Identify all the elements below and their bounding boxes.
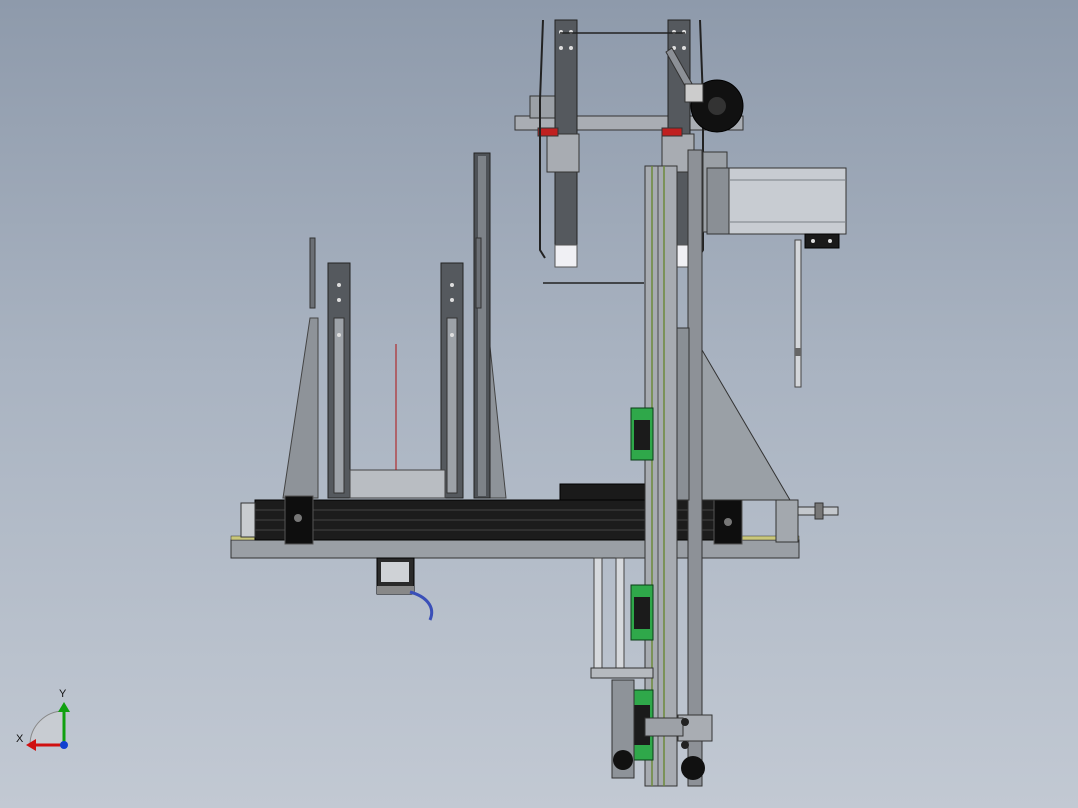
lower-roller [613,750,633,770]
servo-connector [804,233,840,249]
hanging-rod-tip [795,348,801,356]
lower-guide-plate [590,667,654,679]
post-hole [569,46,573,50]
bottom-motor-plate [381,562,409,582]
left-post-slot [333,317,345,494]
red-stop-right [661,127,683,137]
triad-x-label: X [16,733,24,745]
lower-roller [681,756,705,780]
left-guide-wire [539,19,546,259]
cad-viewport[interactable]: X Y [0,0,1078,808]
sensor-nut [814,502,824,520]
lower-bearing [681,741,689,749]
coordinate-triad [26,702,70,751]
actuator-left-stub [240,502,256,538]
end-cap-bolt [294,514,302,522]
roller-bracket [684,83,704,103]
tall-thin-post-inner [478,156,486,496]
hanging-rod [794,239,802,388]
left-post-hole [337,283,341,287]
lower-guide-rod [593,557,603,671]
lower-guide-rod [615,557,625,671]
left-post-plate [546,133,580,173]
gripper-left-cap [554,244,578,268]
triad-y-arrow [58,702,70,712]
triad-y-label: Y [59,688,67,700]
knurled-roller-hub [708,97,726,115]
right-clamp-plate [475,237,482,309]
post-hole [682,46,686,50]
bottom-motor-base [377,586,414,594]
assembly-drawing[interactable] [0,0,1078,808]
left-post-hole [337,298,341,302]
triad-z-origin [60,741,68,749]
connector-pin [828,239,832,243]
blue-cable [409,590,434,621]
connector-pin [811,239,815,243]
end-bracket [775,499,799,543]
end-cap-bolt [724,518,732,526]
mast-gusset [701,348,791,501]
post-hole [559,46,563,50]
servo-motor-body [728,167,847,235]
middle-post-hole [450,298,454,302]
servo-flange [706,167,730,235]
middle-post-hole [450,333,454,337]
green-linear-block-dark [634,420,650,450]
left-gusset [282,317,319,499]
lower-bracket-bar [644,717,684,737]
mast-gusset-block [676,327,690,501]
lower-bearing [681,718,689,726]
middle-post-slot [446,317,458,494]
mast-back-column [687,149,703,787]
middle-post-hole [450,283,454,287]
left-post-hole [337,333,341,337]
green-linear-block-dark [634,597,650,629]
left-clamp-plate [309,237,316,309]
center-base-block [349,469,446,499]
